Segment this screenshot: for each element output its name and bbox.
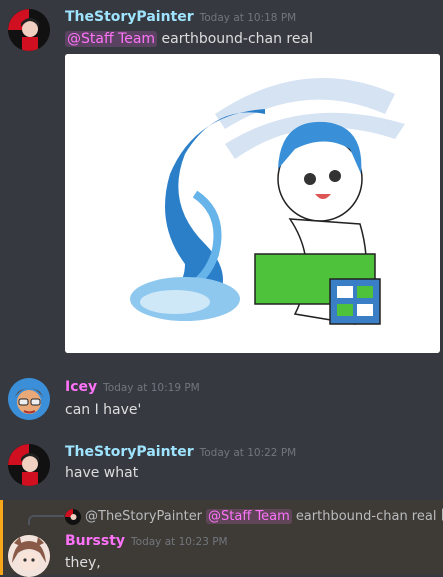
username-label[interactable]: Burssty [65, 533, 125, 549]
username-label[interactable]: TheStoryPainter [65, 444, 194, 460]
message-text: have what [65, 465, 139, 481]
username[interactable]: Icey Today at 10:19 PM [65, 379, 200, 395]
username-label[interactable]: Icey [65, 379, 97, 395]
message-text: they, [65, 555, 101, 571]
mention[interactable]: @Staff Team [65, 31, 158, 47]
avatar[interactable] [8, 535, 50, 577]
timestamp: Today at 10:22 PM [199, 447, 297, 459]
message-text: earthbound-chan real [161, 31, 313, 47]
reply-mention[interactable]: @Staff Team [206, 509, 292, 524]
username-label[interactable]: TheStoryPainter [65, 9, 194, 25]
reply-reference[interactable]: @TheStoryPainter @Staff Team earthbound-… [65, 508, 443, 525]
timestamp: Today at 10:18 PM [199, 12, 297, 24]
attached-image[interactable] [65, 54, 440, 353]
message-text: can I have' [65, 402, 142, 418]
reply-avatar [65, 508, 81, 525]
reply-author[interactable]: @TheStoryPainter [85, 509, 202, 524]
avatar[interactable] [8, 9, 50, 51]
timestamp: Today at 10:19 PM [103, 382, 200, 394]
avatar[interactable] [8, 444, 50, 486]
message-content: @Staff Team earthbound-chan real [65, 31, 313, 47]
username[interactable]: TheStoryPainter Today at 10:22 PM [65, 444, 296, 460]
reply-connector [28, 515, 64, 525]
reply-text: earthbound-chan real [295, 509, 437, 524]
username[interactable]: TheStoryPainter Today at 10:18 PM [65, 9, 296, 25]
timestamp: Today at 10:23 PM [131, 536, 228, 548]
username[interactable]: Burssty Today at 10:23 PM [65, 533, 228, 549]
avatar[interactable] [8, 378, 50, 420]
